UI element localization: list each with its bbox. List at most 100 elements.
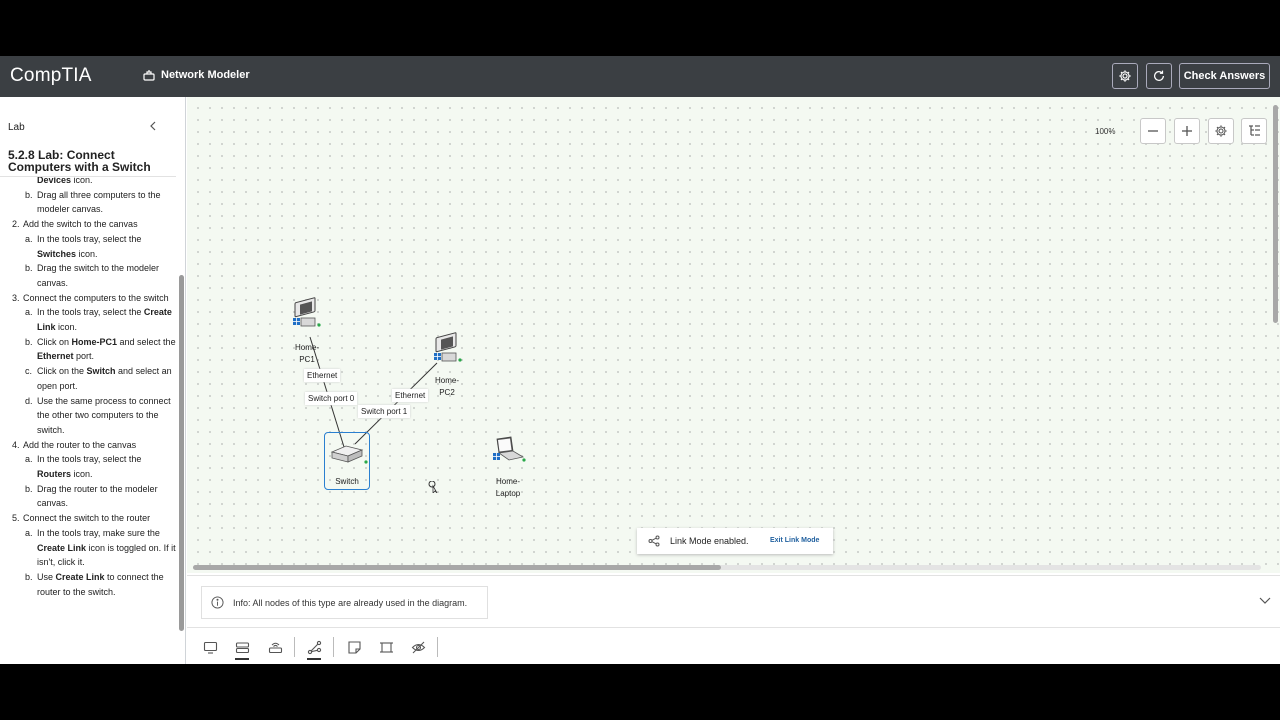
home-pc2-node[interactable] <box>434 332 462 362</box>
laptop-label: Home- Laptop <box>490 476 526 500</box>
exit-link-mode-button[interactable]: Exit Link Mode <box>770 537 819 544</box>
lab-substep-letter: a. <box>25 527 33 538</box>
lab-step: 5. Connect the switch to the router a. In t… <box>0 511 176 599</box>
laptop-label-line2: Laptop <box>495 489 521 498</box>
lab-substep: d. Use the same process to connect the ot… <box>0 394 176 438</box>
tray-separator <box>437 637 438 657</box>
port-label-switch-port0[interactable]: Switch port 0 <box>305 392 358 405</box>
lab-step: 2. Add the switch to the canvas a. In the t… <box>0 217 176 291</box>
comptia-logo: CompTIA <box>10 65 92 86</box>
check-answers-button[interactable]: Check Answers <box>1179 63 1270 89</box>
lab-substep-text: Devices icon. <box>37 176 93 185</box>
pc1-label: Home- PC1 <box>293 342 321 366</box>
reset-button[interactable] <box>1146 63 1172 89</box>
tray-note-button[interactable] <box>341 636 367 658</box>
lab-step-text: Connect the switch to the router <box>23 513 151 524</box>
lab-substep: a. In the tools tray, select the Routers … <box>0 452 176 481</box>
lab-substep-letter: c. <box>25 366 33 377</box>
devices-icon <box>203 641 217 654</box>
hide-icon <box>411 641 425 653</box>
frame-icon <box>379 641 393 653</box>
lab-substep: b. Drag the switch to the modeler canvas. <box>0 261 176 290</box>
pc2-label-line2: PC2 <box>439 388 455 397</box>
info-message-box: Info: All nodes of this type are already… <box>201 586 488 619</box>
tray-hide-button[interactable] <box>405 636 431 658</box>
lab-step-number: 4. <box>12 439 20 450</box>
lab-substep-letter: a. <box>25 233 33 244</box>
note-icon <box>347 640 361 654</box>
lab-substep-letter: b. <box>25 263 33 274</box>
lab-step-text: Add the switch to the canvas <box>23 219 138 230</box>
lab-step-number: 5. <box>12 513 20 524</box>
chevron-left-icon[interactable] <box>148 121 158 131</box>
pc2-label-line1: Home- <box>434 376 459 385</box>
tools-tray <box>187 627 1280 664</box>
lab-title: 5.2.8 Lab: Connect Computers with a Swit… <box>8 148 151 174</box>
tray-switches-button[interactable] <box>229 636 255 660</box>
lab-sidebar: Lab 5.2.8 Lab: Connect Computers with a … <box>0 97 186 664</box>
laptop-label-line1: Home- <box>495 477 520 486</box>
header-settings-button[interactable] <box>1112 63 1138 89</box>
link-mode-toast: Link Mode enabled. Exit Link Mode <box>637 528 833 554</box>
cursor-icon <box>428 481 438 493</box>
switches-icon <box>235 641 249 653</box>
lab-substep: Devices icon. <box>0 176 176 188</box>
chevron-down-icon[interactable] <box>1259 594 1271 606</box>
info-panel: Info: All nodes of this type are already… <box>187 575 1280 627</box>
pc1-label-line1: Home- <box>294 343 319 352</box>
network-diagram <box>293 297 526 464</box>
lab-steps: Devices icon. b. Drag all three computers … <box>0 176 176 664</box>
tray-devices-button[interactable] <box>197 636 223 658</box>
home-pc1-node[interactable] <box>293 297 321 327</box>
lab-substep: a. In the tools tray, make sure the Creat… <box>0 526 176 570</box>
canvas-horizontal-scrollbar[interactable] <box>193 565 721 570</box>
info-icon <box>211 596 224 609</box>
lab-substep-letter: b. <box>25 189 33 200</box>
lab-step-text: Connect the computers to the switch <box>23 292 169 303</box>
lab-substep: a. In the tools tray, select the Switches… <box>0 232 176 261</box>
port-label-switch-port1[interactable]: Switch port 1 <box>358 405 411 418</box>
tray-create-link-button[interactable] <box>301 636 327 660</box>
sidebar-scrollbar[interactable] <box>179 275 184 631</box>
lab-steps-list: Devices icon. b. Drag all three computers … <box>0 176 176 599</box>
network-modeler-icon <box>143 70 155 81</box>
create-link-icon <box>307 640 321 654</box>
switch-label: Switch <box>335 477 359 486</box>
network-modeler-app: CompTIA Network Modeler Check Answers La… <box>0 56 1280 664</box>
lab-substep-letter: b. <box>25 483 33 494</box>
lab-step-number: 2. <box>12 219 20 230</box>
pc1-label-line2: PC1 <box>299 355 315 364</box>
app-title: Network Modeler <box>143 69 250 81</box>
home-laptop-node[interactable] <box>493 436 526 462</box>
port-label-pc2-ethernet[interactable]: Ethernet <box>392 389 429 402</box>
tray-frame-button[interactable] <box>373 636 399 658</box>
pc2-label: Home- PC2 <box>433 375 461 399</box>
tray-routers-button[interactable] <box>262 636 288 658</box>
lab-substep: c. Click on the Switch and select an open… <box>0 364 176 393</box>
app-title-text: Network Modeler <box>161 69 250 81</box>
gear-icon <box>1119 70 1131 82</box>
top-header: CompTIA Network Modeler Check Answers <box>0 56 1280 97</box>
canvas-vertical-scrollbar[interactable] <box>1273 105 1278 323</box>
lab-substep-letter: d. <box>25 395 33 406</box>
lab-substep: b. Click on Home-PC1 and select the Ether… <box>0 335 176 364</box>
create-link-icon <box>648 535 660 547</box>
info-message: Info: All nodes of this type are already… <box>233 597 468 608</box>
tray-separator <box>333 637 334 657</box>
lab-substep: b. Drag the router to the modeler canvas. <box>0 482 176 511</box>
lab-substep-letter: a. <box>25 307 33 318</box>
lab-substep-letter: b. <box>25 571 33 582</box>
modeler-canvas[interactable]: 100% Home- PC1 Home- PC2 Switch Home- La… <box>187 97 1280 573</box>
tray-separator <box>294 637 295 657</box>
lab-substep: a. In the tools tray, select the Create L… <box>0 305 176 334</box>
lab-substep-letter: a. <box>25 454 33 465</box>
lab-step: 4. Add the router to the canvas a. In the t… <box>0 438 176 512</box>
port-label-pc1-ethernet[interactable]: Ethernet <box>304 369 341 382</box>
lab-step-number: 3. <box>12 292 20 303</box>
link-mode-message: Link Mode enabled. <box>670 536 749 546</box>
lab-substep: b. Use Create Link to connect the router … <box>0 570 176 599</box>
lab-section-label: Lab <box>8 122 25 133</box>
lab-step: Devices icon. b. Drag all three computers … <box>0 176 176 217</box>
lab-step: 3. Connect the computers to the switch a. I… <box>0 291 176 438</box>
lab-step-text: Add the router to the canvas <box>23 439 137 450</box>
